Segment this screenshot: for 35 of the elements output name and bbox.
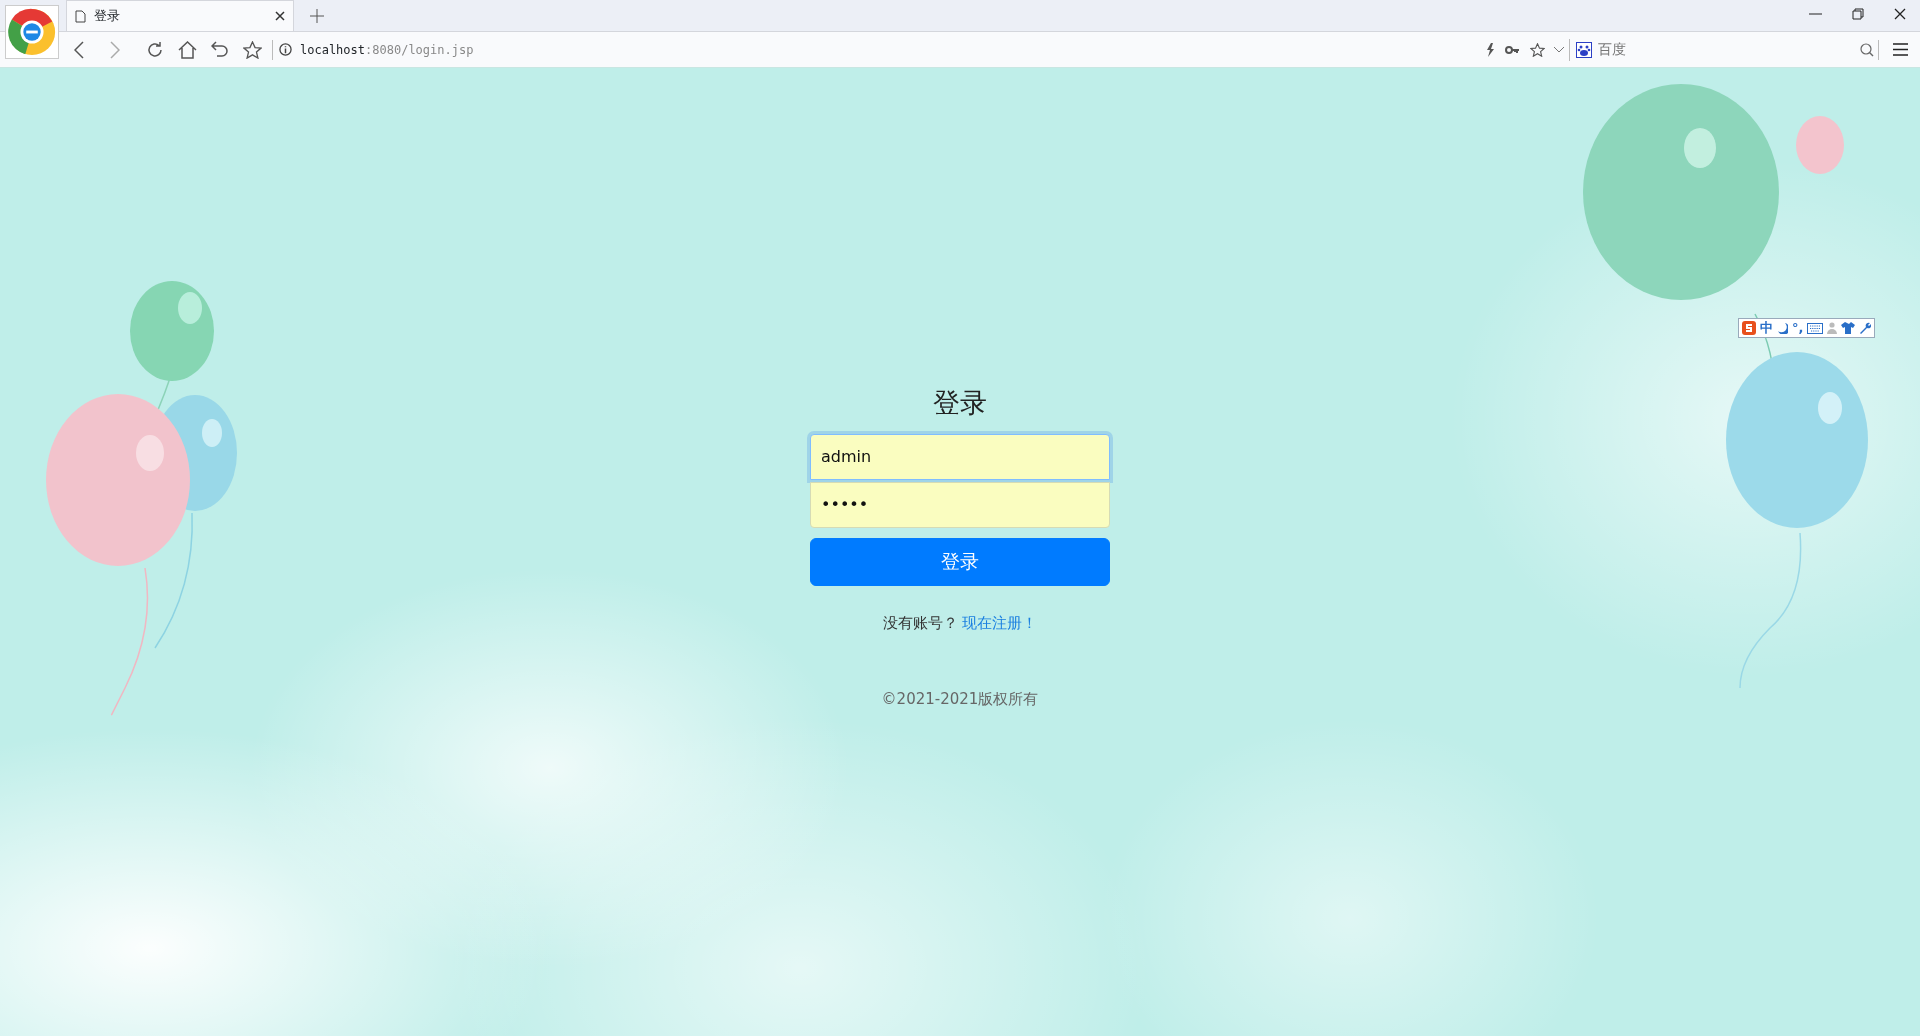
input-mode-toggle[interactable]: 中: [1760, 318, 1773, 338]
page-icon: [75, 9, 86, 23]
back-icon[interactable]: [74, 40, 84, 59]
close-icon[interactable]: [1894, 8, 1906, 20]
register-prompt: 没有账号？: [882, 613, 958, 632]
browser-logo-icon[interactable]: [5, 5, 59, 59]
close-icon[interactable]: [275, 11, 285, 21]
wrench-icon[interactable]: [1859, 322, 1872, 334]
moon-icon[interactable]: [1777, 322, 1788, 334]
lightning-icon[interactable]: [1486, 42, 1495, 57]
keyboard-icon[interactable]: [1807, 322, 1824, 334]
username-field[interactable]: admin: [810, 433, 1110, 480]
search-field[interactable]: 百度: [1598, 39, 1828, 60]
menu-icon[interactable]: [1893, 43, 1908, 56]
info-icon[interactable]: [279, 43, 292, 56]
search-icon[interactable]: [1860, 42, 1874, 57]
shirt-icon[interactable]: [1841, 322, 1856, 334]
password-field[interactable]: •••••: [810, 481, 1110, 528]
restore-icon[interactable]: [1852, 8, 1864, 20]
balloon-drawing: [1796, 116, 1844, 174]
sogou-logo-icon[interactable]: [1742, 321, 1756, 335]
punctuation-toggle[interactable]: °,: [1792, 318, 1804, 338]
home-icon[interactable]: [178, 40, 197, 59]
login-title: 登录: [933, 386, 987, 420]
reload-icon[interactable]: [146, 40, 164, 59]
address-field[interactable]: localhost:8080/login.jsp: [300, 40, 474, 59]
chevron-down-icon[interactable]: [1553, 46, 1565, 53]
browser-tab[interactable]: 登录: [66, 0, 294, 31]
key-icon[interactable]: [1505, 44, 1520, 55]
star-icon[interactable]: [1530, 42, 1545, 57]
star-icon[interactable]: [243, 40, 262, 59]
undo-icon[interactable]: [211, 40, 229, 59]
copyright-text: ©2021-2021版权所有: [881, 689, 1039, 710]
login-button[interactable]: 登录: [810, 537, 1110, 586]
paw-icon[interactable]: [1576, 41, 1592, 58]
